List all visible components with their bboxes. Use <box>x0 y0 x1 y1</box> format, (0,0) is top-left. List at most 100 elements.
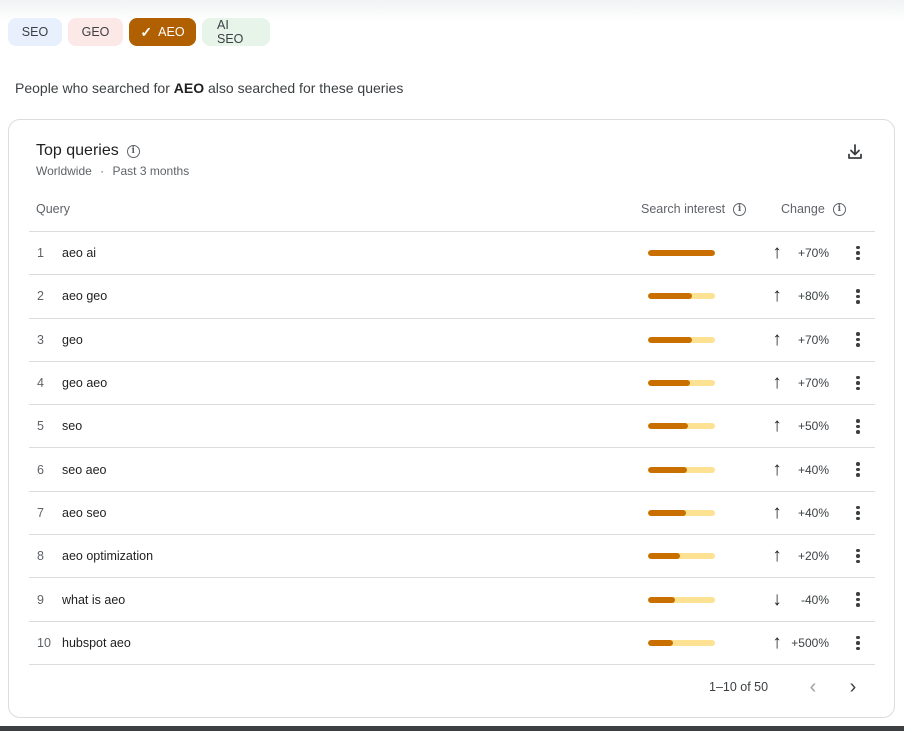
row-query: seo <box>62 419 83 434</box>
separator: · <box>100 164 105 178</box>
row-rank: 8 <box>37 549 44 564</box>
interest-bar <box>648 596 715 603</box>
interest-bar <box>648 509 715 516</box>
row-query: aeo seo <box>62 505 107 520</box>
chip-label: AEO <box>158 25 185 39</box>
interest-bar-fill <box>648 250 715 257</box>
chip-geo[interactable]: GEO <box>68 18 123 46</box>
pagination-range: 1–10 of 50 <box>709 680 769 694</box>
more-vert-icon[interactable] <box>849 622 867 664</box>
check-icon: ✓ <box>140 23 153 40</box>
row-change: +500% <box>791 635 829 650</box>
table-row[interactable]: 10 hubspot aeo ↑ +500% <box>29 622 875 665</box>
row-change: +20% <box>797 549 829 564</box>
info-icon[interactable]: i <box>126 144 140 158</box>
row-change: +70% <box>797 332 829 347</box>
card-subtitle: Worldwide · Past 3 months <box>36 164 189 178</box>
arrow-up-icon: ↑ <box>772 285 782 307</box>
chip-label: AI SEO <box>217 18 244 46</box>
more-vert-icon[interactable] <box>849 319 867 361</box>
table-row[interactable]: 3 geo ↑ +70% <box>29 319 875 362</box>
row-change: +70% <box>797 246 829 261</box>
chevron-left-icon[interactable]: ‹ <box>804 675 822 699</box>
column-header-query: Query <box>36 202 70 216</box>
row-query: aeo optimization <box>62 549 154 564</box>
table-row[interactable]: 2 aeo geo ↑ +80% <box>29 275 875 319</box>
arrow-up-icon: ↑ <box>772 501 782 523</box>
more-vert-icon[interactable] <box>849 275 867 317</box>
arrow-up-icon: ↑ <box>772 545 782 567</box>
intro-suffix: also searched for these queries <box>204 80 404 96</box>
row-rank: 3 <box>37 332 44 347</box>
interest-bar <box>648 466 715 473</box>
table-row[interactable]: 4 geo aeo ↑ +70% <box>29 362 875 406</box>
more-vert-icon[interactable] <box>849 448 867 490</box>
info-icon[interactable]: i <box>733 202 747 216</box>
more-vert-icon[interactable] <box>849 492 867 534</box>
row-rank: 6 <box>37 462 44 477</box>
interest-bar-fill <box>648 509 687 516</box>
table-row[interactable]: 1 aeo ai ↑ +70% <box>29 232 875 276</box>
arrow-up-icon: ↑ <box>772 415 782 437</box>
row-rank: 4 <box>37 376 44 391</box>
interest-bar <box>648 293 715 300</box>
download-icon[interactable] <box>845 142 865 162</box>
row-change: +80% <box>797 289 829 304</box>
chip-label: GEO <box>81 25 110 39</box>
top-queries-card: Top queries i Worldwide · Past 3 months … <box>8 119 895 718</box>
arrow-up-icon: ↑ <box>772 372 782 394</box>
interest-bar-fill <box>648 596 675 603</box>
row-rank: 2 <box>37 289 44 304</box>
bottom-bar <box>0 726 904 731</box>
interest-bar-fill <box>648 293 693 300</box>
interest-bar <box>648 250 715 257</box>
interest-bar-fill <box>648 380 691 387</box>
row-query: hubspot aeo <box>62 635 131 650</box>
interest-bar-fill <box>648 423 689 430</box>
row-query: aeo geo <box>62 289 108 304</box>
more-vert-icon[interactable] <box>849 405 867 447</box>
queries-table: 1 aeo ai ↑ +70% 2 aeo geo ↑ +80% 3 geo ↑ +70% 4 geo a… <box>29 231 875 665</box>
period-label: Past 3 months <box>112 164 190 178</box>
row-query: what is aeo <box>62 592 126 607</box>
row-rank: 10 <box>37 635 51 650</box>
row-change: -40% <box>800 592 829 607</box>
row-change: +70% <box>797 376 829 391</box>
arrow-up-icon: ↑ <box>772 631 782 653</box>
card-title-text: Top queries <box>36 142 119 159</box>
row-rank: 5 <box>37 419 44 434</box>
chip-seo[interactable]: SEO <box>8 18 62 46</box>
table-row[interactable]: 5 seo ↑ +50% <box>29 405 875 449</box>
intro-prefix: People who searched for <box>15 80 174 96</box>
intro-text: People who searched for AEO also searche… <box>15 80 403 96</box>
interest-bar <box>648 423 715 430</box>
interest-bar <box>648 639 715 646</box>
info-icon[interactable]: i <box>832 202 846 216</box>
interest-bar-fill <box>648 466 687 473</box>
interest-bar <box>648 553 715 560</box>
chip-aeo[interactable]: ✓ AEO <box>129 18 196 46</box>
table-row[interactable]: 7 aeo seo ↑ +40% <box>29 492 875 536</box>
arrow-down-icon: ↓ <box>772 588 782 610</box>
region-label: Worldwide <box>36 164 92 178</box>
row-query: seo aeo <box>62 462 107 477</box>
more-vert-icon[interactable] <box>849 535 867 577</box>
more-vert-icon[interactable] <box>849 578 867 620</box>
row-change: +40% <box>797 462 829 477</box>
more-vert-icon[interactable] <box>849 232 867 274</box>
row-rank: 7 <box>37 505 44 520</box>
intro-term: AEO <box>173 80 205 96</box>
chevron-right-icon[interactable]: › <box>844 675 862 699</box>
row-change: +40% <box>797 505 829 520</box>
row-query: geo <box>62 332 83 347</box>
interest-bar-fill <box>648 553 681 560</box>
table-row[interactable]: 8 aeo optimization ↑ +20% <box>29 535 875 579</box>
card-title: Top queries i <box>36 142 140 160</box>
more-vert-icon[interactable] <box>849 362 867 404</box>
row-rank: 1 <box>37 246 44 261</box>
table-row[interactable]: 9 what is aeo ↓ -40% <box>29 578 875 622</box>
table-row[interactable]: 6 seo aeo ↑ +40% <box>29 448 875 492</box>
chip-ai-seo[interactable]: AI SEO <box>202 18 270 46</box>
row-rank: 9 <box>37 592 44 607</box>
row-query: geo aeo <box>62 376 108 391</box>
